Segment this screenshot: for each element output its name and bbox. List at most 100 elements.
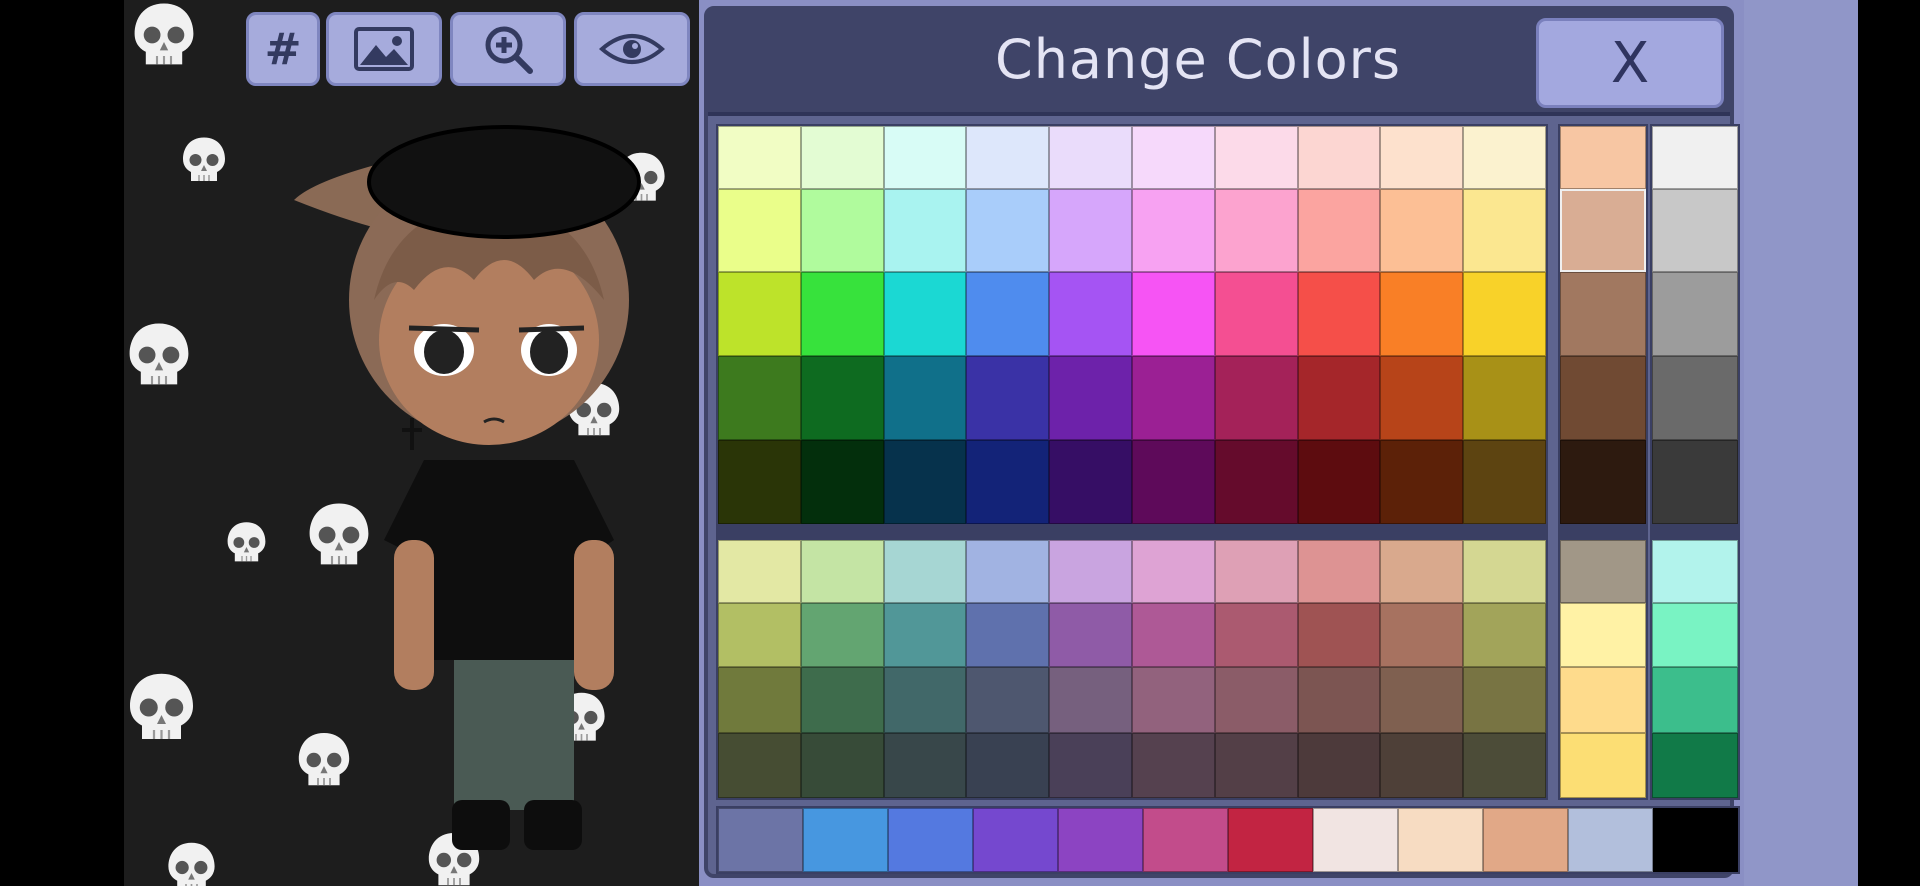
green-color-swatch[interactable] <box>1652 667 1738 733</box>
preset-color-swatch[interactable] <box>803 808 888 872</box>
color-swatch[interactable] <box>883 126 967 189</box>
muted-color-swatch[interactable] <box>718 667 801 733</box>
color-swatch[interactable] <box>1049 440 1132 524</box>
green-color-swatch[interactable] <box>1652 603 1738 667</box>
color-swatch[interactable] <box>1380 356 1464 440</box>
muted-color-swatch[interactable] <box>966 603 1050 667</box>
preset-color-swatch[interactable] <box>973 808 1058 872</box>
muted-color-swatch[interactable] <box>1380 733 1464 798</box>
color-swatch[interactable] <box>718 356 801 440</box>
warm-color-swatch[interactable] <box>1560 603 1646 667</box>
muted-color-swatch[interactable] <box>718 540 801 603</box>
zoom-in-button[interactable] <box>450 12 566 86</box>
muted-color-swatch[interactable] <box>1049 733 1132 798</box>
hex-code-button[interactable]: # <box>246 12 320 86</box>
color-swatch[interactable] <box>1132 272 1215 356</box>
color-swatch[interactable] <box>1463 126 1546 189</box>
preset-color-swatch[interactable] <box>1058 808 1143 872</box>
skin-color-swatch[interactable] <box>1560 272 1646 356</box>
muted-color-swatch[interactable] <box>1463 540 1546 603</box>
color-swatch[interactable] <box>1463 189 1546 272</box>
preset-color-swatch[interactable] <box>1568 808 1653 872</box>
color-swatch[interactable] <box>718 189 801 272</box>
muted-color-swatch[interactable] <box>1132 603 1215 667</box>
color-swatch[interactable] <box>966 440 1050 524</box>
muted-color-swatch[interactable] <box>966 667 1050 733</box>
green-color-swatch[interactable] <box>1652 540 1738 603</box>
color-swatch[interactable] <box>1214 356 1298 440</box>
preset-color-swatch[interactable] <box>1228 808 1313 872</box>
color-swatch[interactable] <box>1380 126 1464 189</box>
muted-color-swatch[interactable] <box>1297 603 1381 667</box>
muted-color-swatch[interactable] <box>1049 603 1132 667</box>
muted-color-swatch[interactable] <box>1297 667 1381 733</box>
muted-color-swatch[interactable] <box>1463 603 1546 667</box>
color-swatch[interactable] <box>883 356 967 440</box>
warm-color-swatch[interactable] <box>1560 733 1646 798</box>
muted-color-swatch[interactable] <box>1380 540 1464 603</box>
preset-color-swatch[interactable] <box>888 808 973 872</box>
color-swatch[interactable] <box>966 189 1050 272</box>
muted-color-swatch[interactable] <box>1463 733 1546 798</box>
muted-color-swatch[interactable] <box>718 603 801 667</box>
color-swatch[interactable] <box>1463 440 1546 524</box>
color-swatch[interactable] <box>1049 189 1132 272</box>
skin-color-swatch[interactable] <box>1560 126 1646 189</box>
preset-color-swatch[interactable] <box>718 808 803 872</box>
muted-color-swatch[interactable] <box>883 540 967 603</box>
color-swatch[interactable] <box>1463 356 1546 440</box>
preset-color-swatch[interactable] <box>1313 808 1398 872</box>
color-swatch[interactable] <box>1132 126 1215 189</box>
color-swatch[interactable] <box>1214 189 1298 272</box>
muted-color-swatch[interactable] <box>1214 540 1298 603</box>
muted-color-swatch[interactable] <box>800 667 884 733</box>
muted-color-swatch[interactable] <box>883 667 967 733</box>
warm-color-swatch[interactable] <box>1560 540 1646 603</box>
muted-color-swatch[interactable] <box>1214 667 1298 733</box>
color-swatch[interactable] <box>1049 272 1132 356</box>
warm-color-swatch[interactable] <box>1560 667 1646 733</box>
muted-color-swatch[interactable] <box>1380 603 1464 667</box>
muted-color-swatch[interactable] <box>800 733 884 798</box>
muted-color-swatch[interactable] <box>1214 603 1298 667</box>
muted-color-swatch[interactable] <box>1049 540 1132 603</box>
muted-color-swatch[interactable] <box>883 603 967 667</box>
color-swatch[interactable] <box>1297 272 1381 356</box>
color-swatch[interactable] <box>800 126 884 189</box>
color-swatch[interactable] <box>1463 272 1546 356</box>
background-image-button[interactable] <box>326 12 442 86</box>
color-swatch[interactable] <box>883 272 967 356</box>
color-swatch[interactable] <box>883 440 967 524</box>
gray-color-swatch[interactable] <box>1652 356 1738 440</box>
preset-color-swatch[interactable] <box>1143 808 1228 872</box>
color-swatch[interactable] <box>1297 356 1381 440</box>
preset-color-swatch[interactable] <box>1483 808 1568 872</box>
color-swatch[interactable] <box>1297 440 1381 524</box>
color-swatch[interactable] <box>1297 126 1381 189</box>
color-swatch[interactable] <box>1214 440 1298 524</box>
skin-color-swatch[interactable] <box>1560 440 1646 524</box>
muted-color-swatch[interactable] <box>800 603 884 667</box>
skin-color-swatch[interactable] <box>1560 356 1646 440</box>
color-swatch[interactable] <box>800 272 884 356</box>
muted-color-swatch[interactable] <box>718 733 801 798</box>
color-swatch[interactable] <box>1297 189 1381 272</box>
muted-color-swatch[interactable] <box>1463 667 1546 733</box>
muted-color-swatch[interactable] <box>966 540 1050 603</box>
muted-color-swatch[interactable] <box>966 733 1050 798</box>
muted-color-swatch[interactable] <box>1380 667 1464 733</box>
gray-color-swatch[interactable] <box>1652 189 1738 272</box>
color-swatch[interactable] <box>1132 189 1215 272</box>
muted-color-swatch[interactable] <box>883 733 967 798</box>
preset-color-swatch[interactable] <box>1398 808 1483 872</box>
skin-color-swatch[interactable] <box>1560 189 1646 272</box>
muted-color-swatch[interactable] <box>1297 733 1381 798</box>
gray-color-swatch[interactable] <box>1652 272 1738 356</box>
color-swatch[interactable] <box>800 440 884 524</box>
muted-color-swatch[interactable] <box>1132 733 1215 798</box>
color-swatch[interactable] <box>718 440 801 524</box>
muted-color-swatch[interactable] <box>1132 667 1215 733</box>
muted-color-swatch[interactable] <box>1214 733 1298 798</box>
color-swatch[interactable] <box>1049 126 1132 189</box>
muted-color-swatch[interactable] <box>800 540 884 603</box>
